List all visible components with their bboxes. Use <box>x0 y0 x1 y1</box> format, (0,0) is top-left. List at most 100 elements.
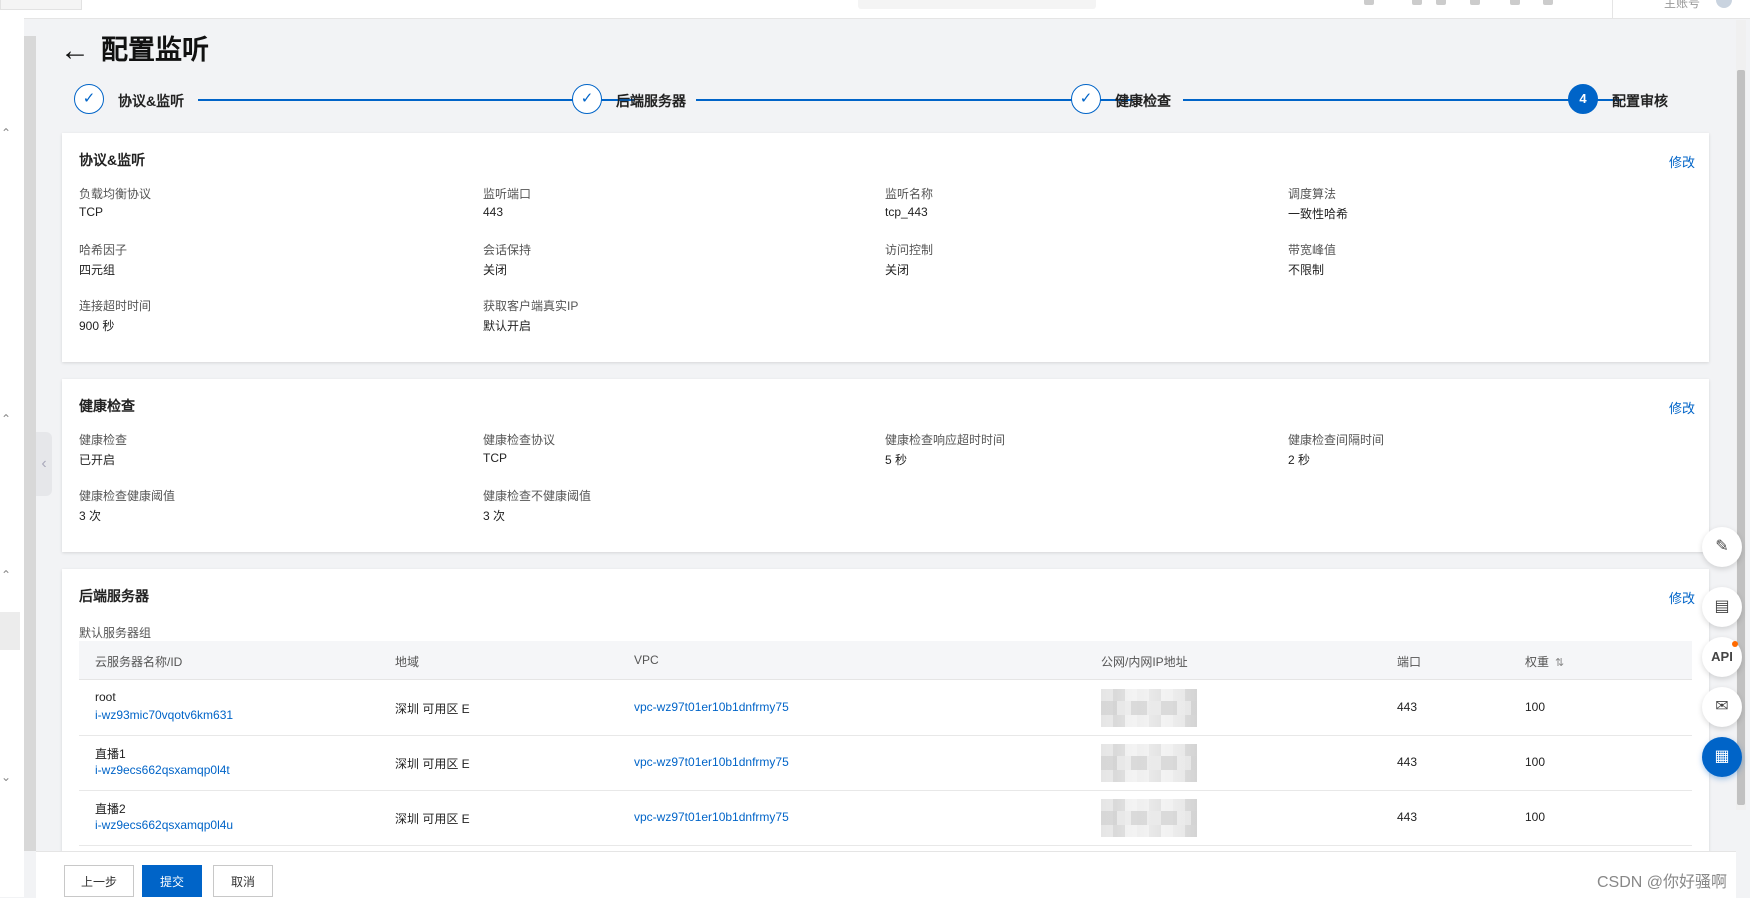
column-header: 权重 <box>1525 655 1550 669</box>
toolbar-icon[interactable] <box>1364 0 1374 5</box>
field-value: 已开启 <box>79 453 116 467</box>
chevron-up-icon[interactable]: ⌃ <box>1 126 11 140</box>
field-label: 健康检查不健康阈值 <box>483 489 592 503</box>
server-id-link[interactable]: i-wz9ecs662qsxamqp0l4u <box>95 818 233 832</box>
divider <box>1612 0 1613 18</box>
toolbar-icon[interactable] <box>1412 0 1422 5</box>
server-name: root <box>95 690 116 704</box>
region: 深圳 可用区 E <box>395 702 470 716</box>
toolbar-icon[interactable] <box>1436 0 1446 5</box>
server-id-link[interactable]: i-wz9ecs662qsxamqp0l4t <box>95 763 230 777</box>
field-label: 监听端口 <box>483 187 532 201</box>
server-group-name: 默认服务器组 <box>79 626 152 640</box>
backend-servers-card: 后端服务器 修改 默认服务器组 云服务器名称/ID 地域 VPC 公网/内网IP… <box>62 569 1709 859</box>
weight: 100 <box>1525 700 1546 714</box>
server-id-link[interactable]: i-wz93mic70vqotv6km631 <box>95 708 233 722</box>
step-3-label: 健康检查 <box>1115 93 1171 109</box>
api-button[interactable]: API <box>1702 637 1742 677</box>
field-value: TCP <box>483 451 507 465</box>
column-header-weight[interactable]: 权重 ⇅ <box>1525 653 1564 670</box>
field-value: TCP <box>79 205 103 219</box>
card-title: 健康检查 <box>79 398 135 414</box>
left-scrollbar[interactable] <box>24 36 36 851</box>
step-indicator: ✓ 协议&监听 ✓ 后端服务器 ✓ 健康检查 4 配置审核 <box>74 84 1674 120</box>
field-label: 会话保持 <box>483 243 532 257</box>
step-4-number: 4 <box>1568 84 1598 114</box>
vpc-link[interactable]: vpc-wz97t01er10b1dnfrmy75 <box>634 700 789 714</box>
apps-button[interactable]: ▦ <box>1702 737 1742 777</box>
docs-button[interactable]: ▤ <box>1702 587 1742 627</box>
left-sidebar: ⌃ ⌃ ⌃ ⌄ <box>0 18 24 897</box>
region: 深圳 可用区 E <box>395 812 470 826</box>
feedback-button[interactable]: ✎ <box>1702 527 1742 567</box>
edit-backend-link[interactable]: 修改 <box>1669 588 1695 607</box>
step-2-label: 后端服务器 <box>616 93 686 109</box>
field-value: 四元组 <box>79 263 116 277</box>
weight: 100 <box>1525 755 1546 769</box>
arrow-left-icon[interactable]: ← <box>60 34 90 68</box>
field-label: 健康检查 <box>79 433 128 447</box>
chevron-down-icon[interactable]: ⌄ <box>1 770 11 784</box>
field-label: 健康检查健康阈值 <box>79 489 176 503</box>
cancel-button[interactable]: 取消 <box>213 865 273 897</box>
edit-listener-link[interactable]: 修改 <box>1669 152 1695 171</box>
edit-health-check-link[interactable]: 修改 <box>1669 398 1695 417</box>
region: 深圳 可用区 E <box>395 757 470 771</box>
step-1-label: 协议&监听 <box>118 93 185 109</box>
field-label: 健康检查响应超时时间 <box>885 433 1006 447</box>
port: 443 <box>1397 700 1418 714</box>
field-value: 一致性哈希 <box>1288 207 1349 221</box>
column-header: 公网/内网IP地址 <box>1101 655 1188 669</box>
apps-icon: ▦ <box>1714 748 1730 765</box>
collapse-sidebar-button[interactable]: ‹ <box>36 432 52 496</box>
field-label: 访问控制 <box>885 243 934 257</box>
step-connector <box>696 99 1133 101</box>
step-connector <box>1183 99 1622 101</box>
redacted-ip-address <box>1101 689 1197 727</box>
field-label: 监听名称 <box>885 187 934 201</box>
field-value: 不限制 <box>1288 263 1325 277</box>
redacted-ip-address <box>1101 744 1197 782</box>
chevron-left-icon: ‹ <box>41 455 47 472</box>
sidebar-active-item[interactable] <box>0 612 20 650</box>
field-label: 哈希因子 <box>79 243 128 257</box>
field-value: tcp_443 <box>885 205 928 219</box>
previous-button[interactable]: 上一步 <box>64 865 134 897</box>
step-3-check-icon: ✓ <box>1071 84 1101 114</box>
book-icon: ▤ <box>1714 598 1730 615</box>
chat-icon: ✉ <box>1715 698 1729 715</box>
toolbar-icon[interactable] <box>1510 0 1520 5</box>
field-value: 5 秒 <box>885 453 908 467</box>
card-title: 协议&监听 <box>79 152 146 168</box>
field-label: 带宽峰值 <box>1288 243 1337 257</box>
field-label: 健康检查协议 <box>483 433 556 447</box>
field-value: 900 秒 <box>79 319 115 333</box>
page-title: 配置监听 <box>101 35 209 65</box>
notification-dot <box>1732 641 1738 647</box>
port: 443 <box>1397 755 1418 769</box>
weight: 100 <box>1525 810 1546 824</box>
column-header: VPC <box>634 653 659 667</box>
field-value: 3 次 <box>79 509 102 523</box>
field-label: 健康检查间隔时间 <box>1288 433 1385 447</box>
step-connector <box>198 99 634 101</box>
avatar[interactable] <box>1716 0 1732 8</box>
toolbar-icon[interactable] <box>1543 0 1553 5</box>
chevron-up-icon[interactable]: ⌃ <box>1 568 11 582</box>
field-value: 关闭 <box>885 263 910 277</box>
chevron-up-icon[interactable]: ⌃ <box>1 412 11 426</box>
sort-icon[interactable]: ⇅ <box>1555 656 1564 669</box>
step-4-label: 配置审核 <box>1612 93 1668 109</box>
vpc-link[interactable]: vpc-wz97t01er10b1dnfrmy75 <box>634 810 789 824</box>
submit-button[interactable]: 提交 <box>142 865 202 897</box>
redacted-ip-address <box>1101 799 1197 837</box>
server-name: 直播1 <box>95 747 126 761</box>
field-label: 负载均衡协议 <box>79 187 152 201</box>
browser-tab[interactable] <box>0 0 82 10</box>
chat-button[interactable]: ✉ <box>1702 687 1742 727</box>
toolbar-icon[interactable] <box>1470 0 1480 5</box>
vpc-link[interactable]: vpc-wz97t01er10b1dnfrmy75 <box>634 755 789 769</box>
watermark: CSDN @你好骚啊 <box>1597 874 1728 891</box>
search-bar[interactable] <box>858 0 1096 9</box>
account-label[interactable]: 主账号 <box>1664 0 1700 11</box>
